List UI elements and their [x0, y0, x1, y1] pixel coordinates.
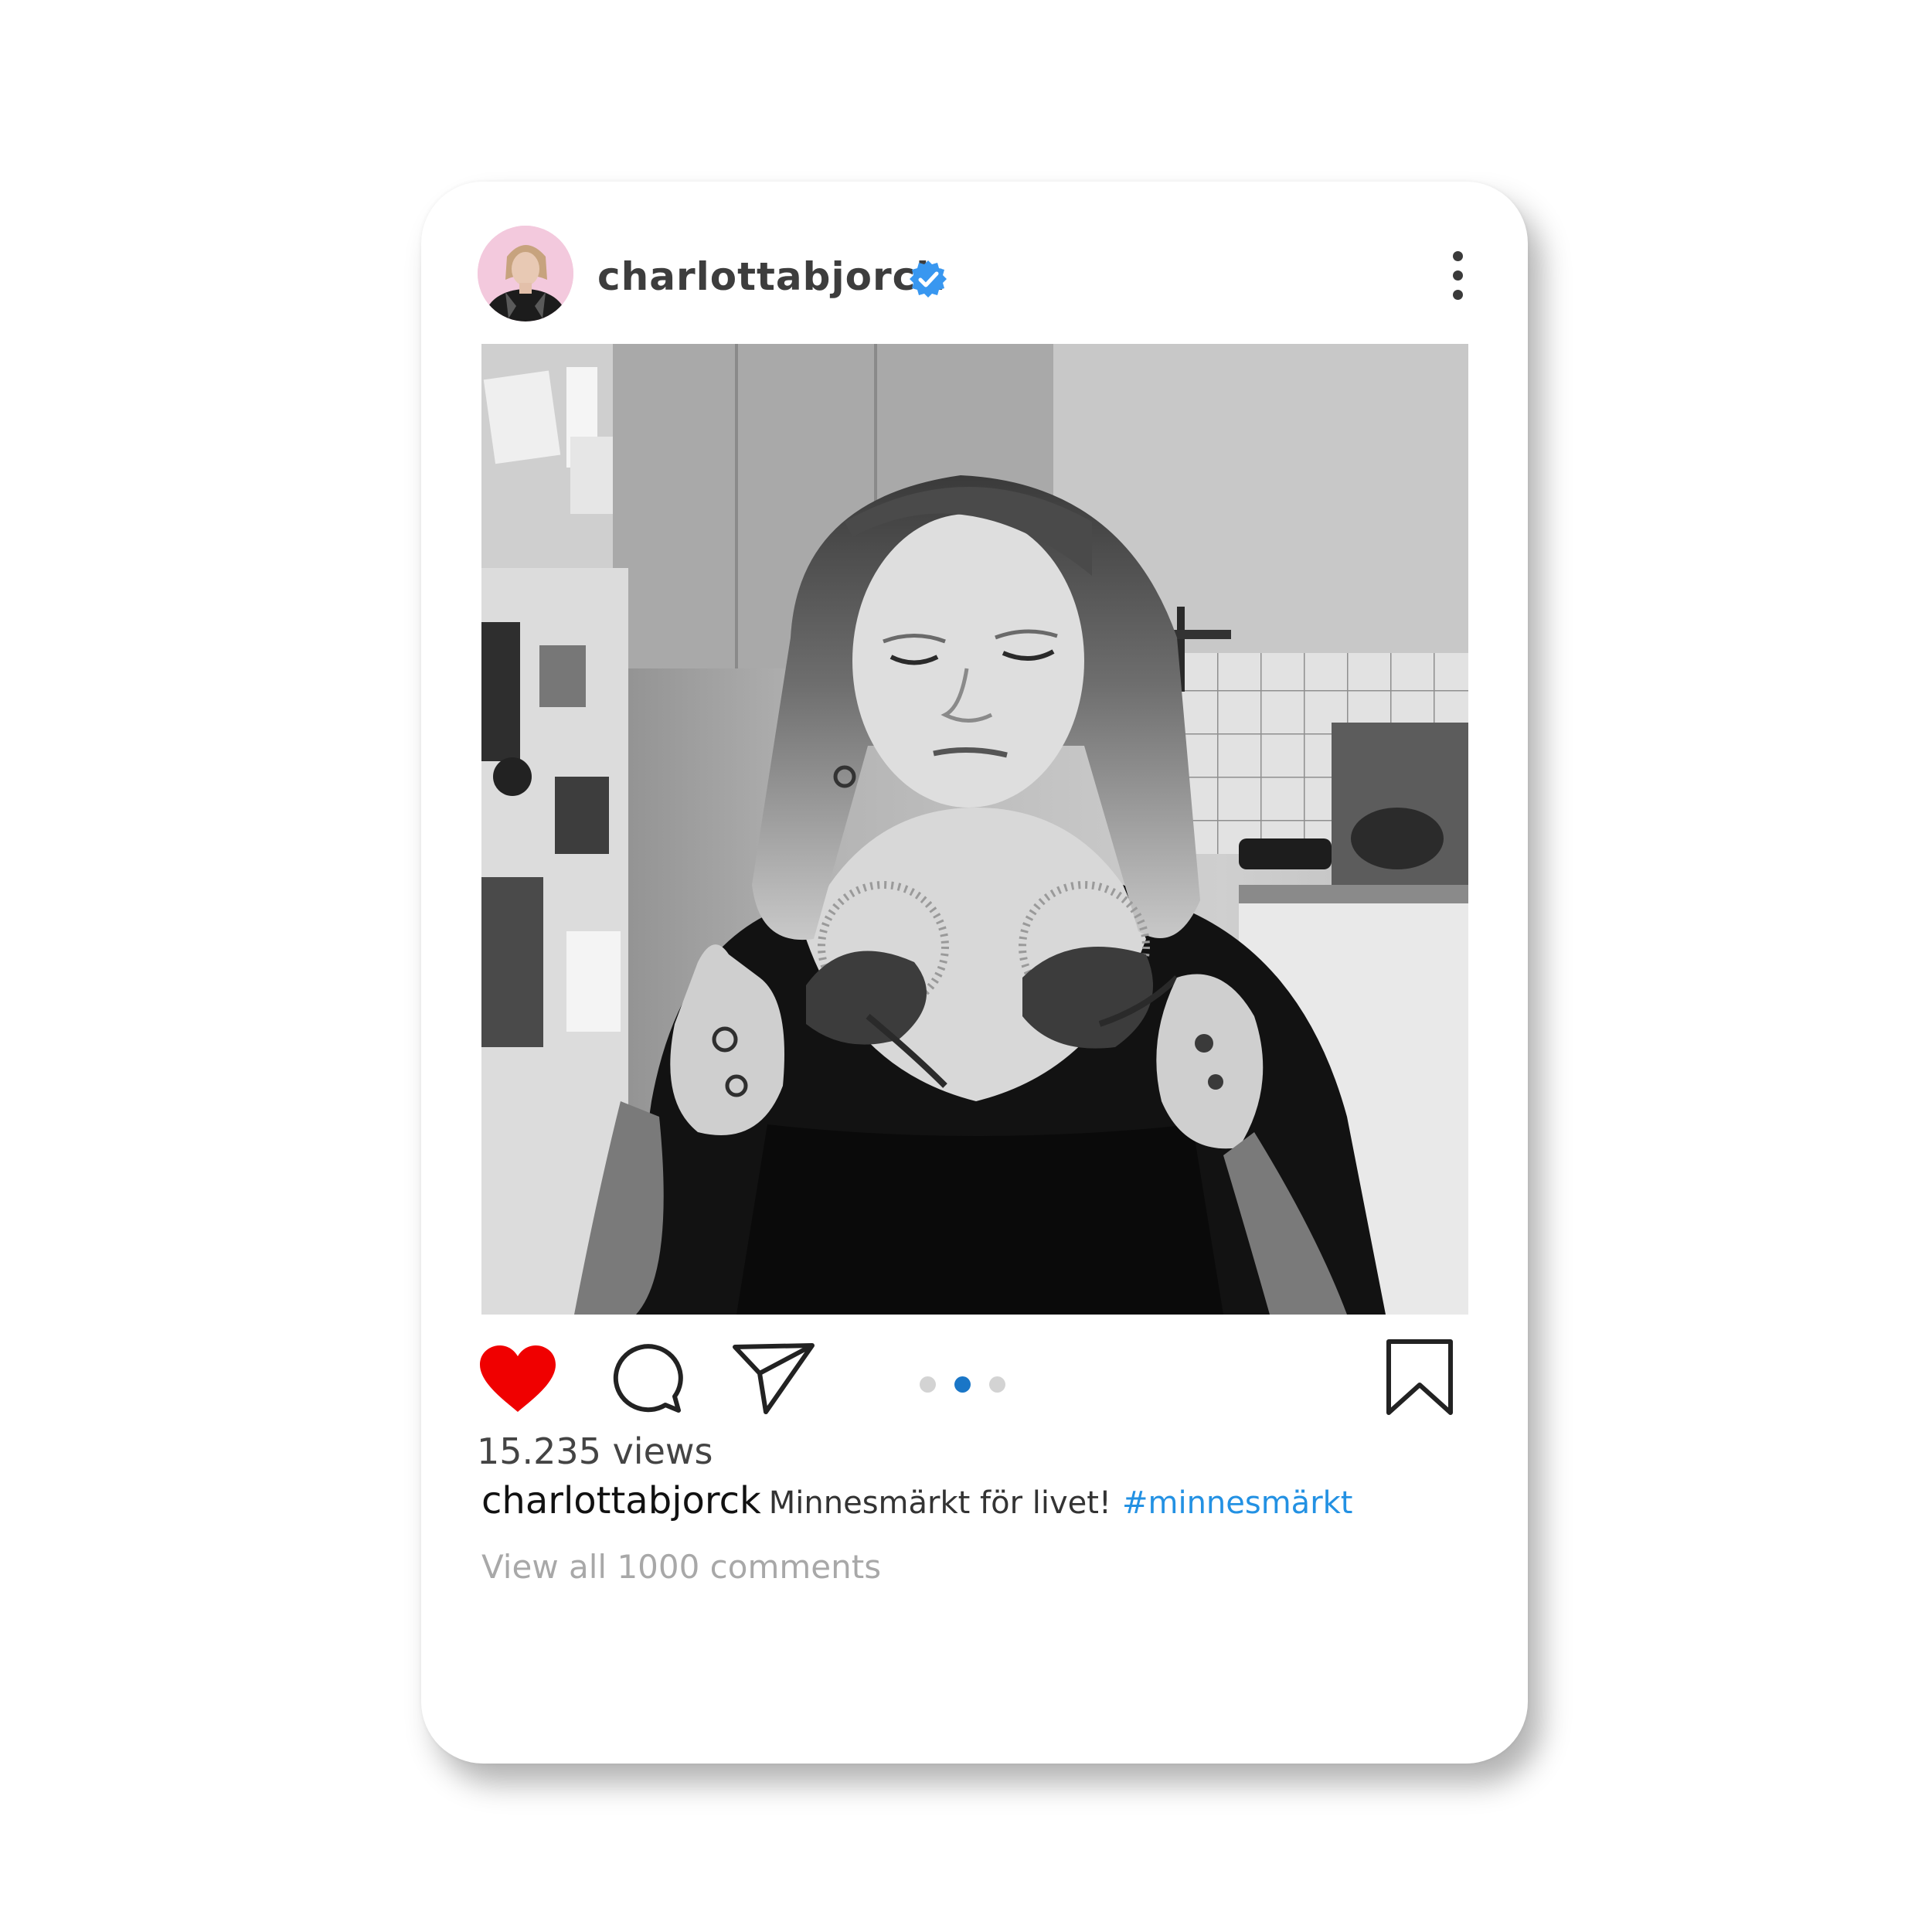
caption-text: Minnesmärkt för livet! — [768, 1485, 1111, 1521]
post-username[interactable]: charlottabjorck — [597, 257, 943, 296]
caption-username[interactable]: charlottabjorck — [481, 1479, 761, 1522]
page: charlottabjorck 15.235 views charlottabj… — [0, 0, 1932, 1932]
carousel-dot[interactable] — [920, 1376, 936, 1393]
comment-bubble-icon[interactable] — [609, 1341, 683, 1415]
bookmark-icon[interactable] — [1384, 1338, 1455, 1416]
more-vertical-icon[interactable] — [1447, 250, 1470, 302]
avatar[interactable] — [478, 226, 573, 321]
post-photo[interactable] — [481, 344, 1468, 1315]
view-all-comments-link[interactable]: View all 1000 comments — [481, 1551, 881, 1583]
carousel-dot-active[interactable] — [954, 1376, 971, 1393]
carousel-indicator — [920, 1374, 1012, 1394]
instagram-post-card: charlottabjorck 15.235 views charlottabj… — [421, 182, 1528, 1764]
caption: charlottabjorck Minnesmärkt för livet! #mi… — [481, 1482, 1352, 1519]
verified-badge-icon — [910, 260, 947, 298]
paper-plane-icon[interactable] — [732, 1341, 815, 1415]
heart-icon[interactable] — [478, 1344, 558, 1413]
carousel-dot[interactable] — [989, 1376, 1005, 1393]
caption-hashtag[interactable]: #minnesmärkt — [1122, 1485, 1353, 1521]
views-count: 15.235 views — [477, 1430, 713, 1472]
